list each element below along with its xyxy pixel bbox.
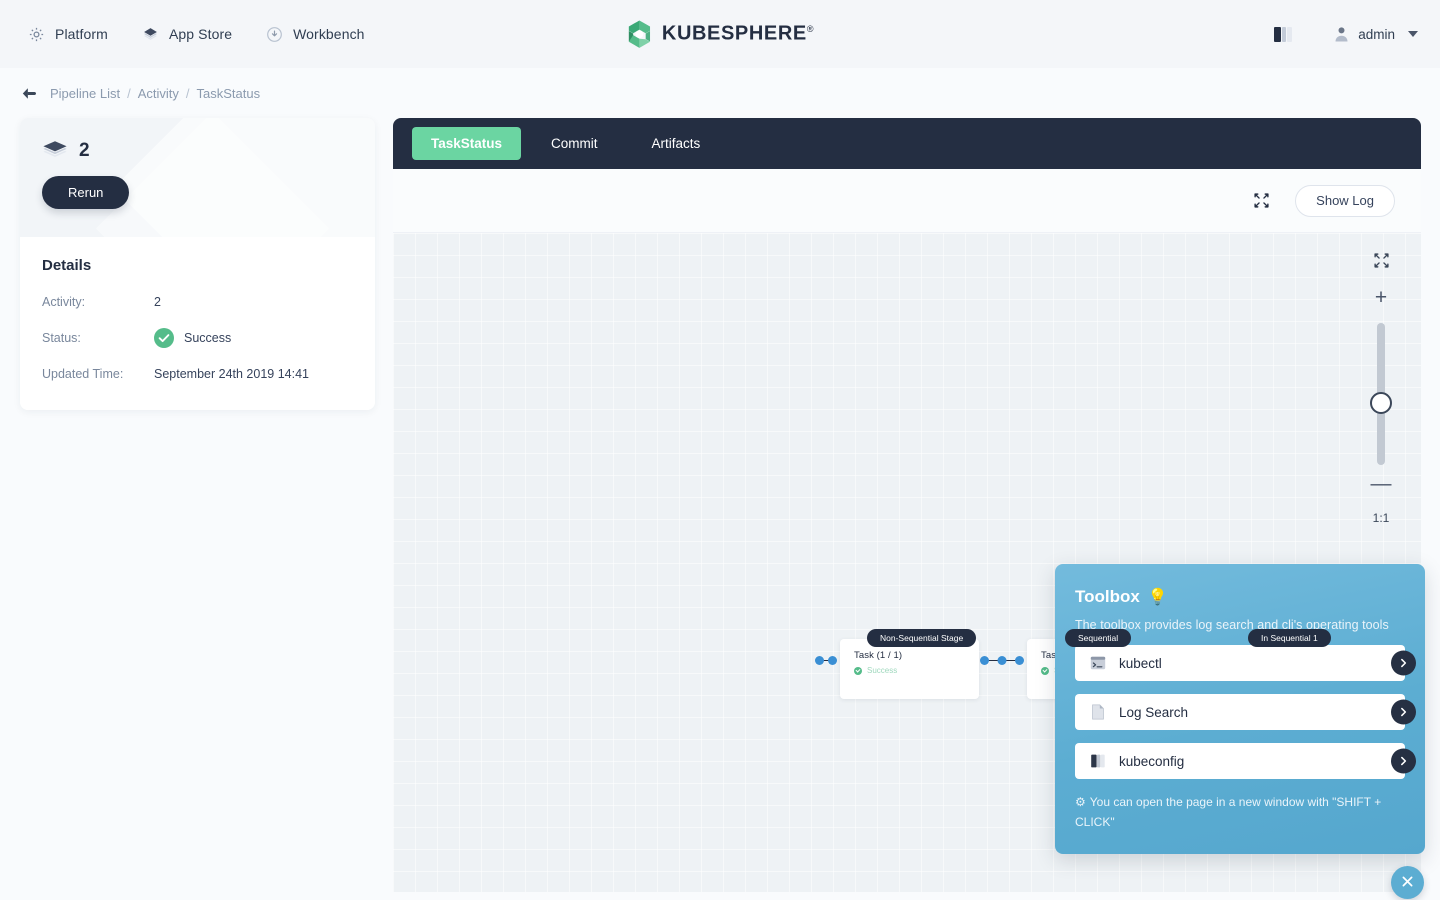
success-check-icon bbox=[154, 328, 174, 348]
brand-name: KUBESPHERE® bbox=[662, 23, 814, 46]
toolbox-close-button[interactable] bbox=[1391, 866, 1424, 899]
activity-detail-card: 2 Rerun Details Activity: 2 Status: Succ… bbox=[20, 118, 375, 410]
detail-value-status: Success bbox=[184, 331, 231, 345]
node-task-count: Task (1 / 1) bbox=[854, 650, 979, 661]
zoom-slider-thumb[interactable] bbox=[1370, 392, 1392, 414]
detail-label-updated-time: Updated Time: bbox=[42, 367, 154, 381]
stage-node-non-sequential-stage[interactable]: Task (1 / 1) Success bbox=[840, 639, 979, 699]
nav-item-app-store[interactable]: App Store bbox=[142, 26, 232, 43]
chevron-right-icon[interactable] bbox=[1391, 700, 1416, 725]
details-heading: Details bbox=[42, 257, 353, 274]
success-check-icon bbox=[854, 667, 862, 675]
tab-artifacts[interactable]: Artifacts bbox=[628, 127, 725, 160]
chevron-down-icon bbox=[1408, 31, 1418, 37]
detail-value-activity: 2 bbox=[154, 295, 161, 309]
toolbox-item-label: Log Search bbox=[1119, 705, 1188, 720]
toolbox-item-kubeconfig[interactable]: kubeconfig bbox=[1075, 743, 1405, 779]
success-check-icon bbox=[1041, 667, 1049, 675]
gear-icon bbox=[28, 26, 45, 43]
zoom-ratio-label[interactable]: 1:1 bbox=[1373, 511, 1390, 525]
graph-zoom-controls: + — 1:1 bbox=[1363, 253, 1399, 525]
connector-dot bbox=[998, 656, 1007, 665]
zoom-in-button[interactable]: + bbox=[1375, 287, 1387, 308]
close-icon bbox=[1400, 874, 1415, 892]
book-icon bbox=[1090, 753, 1106, 769]
breadcrumb-item-taskstatus[interactable]: TaskStatus bbox=[197, 86, 261, 101]
node-status-label: Success bbox=[867, 666, 897, 675]
lightbulb-icon: 💡 bbox=[1148, 587, 1168, 607]
layers-icon bbox=[42, 140, 68, 162]
detail-value-status-wrap: Success bbox=[154, 328, 231, 348]
terminal-icon bbox=[1090, 655, 1106, 671]
connector-dot bbox=[1015, 656, 1024, 665]
tab-commit[interactable]: Commit bbox=[527, 127, 622, 160]
detail-card-title: 2 bbox=[42, 140, 351, 162]
stage-label-non-sequential-stage: Non-Sequential Stage bbox=[867, 629, 976, 647]
breadcrumb-separator: / bbox=[127, 86, 131, 101]
zoom-out-button[interactable]: — bbox=[1371, 473, 1392, 494]
nav-label-app-store: App Store bbox=[169, 26, 232, 42]
nav-item-workbench[interactable]: Workbench bbox=[266, 26, 364, 43]
panel-toolbar: Show Log bbox=[393, 169, 1421, 233]
stage-label-in-sequential-1: In Sequential 1 bbox=[1248, 629, 1331, 647]
user-name-label: admin bbox=[1358, 27, 1395, 42]
brand-word: KUBESPHERE bbox=[662, 23, 807, 45]
show-log-button[interactable]: Show Log bbox=[1295, 185, 1395, 217]
docs-icon[interactable] bbox=[1274, 27, 1292, 42]
chevron-right-icon[interactable] bbox=[1391, 749, 1416, 774]
detail-card-header: 2 Rerun bbox=[20, 118, 375, 237]
tab-taskstatus[interactable]: TaskStatus bbox=[412, 127, 521, 160]
breadcrumb: Pipeline List / Activity / TaskStatus bbox=[0, 68, 1440, 118]
toolbox-item-kubectl[interactable]: kubectl bbox=[1075, 645, 1405, 681]
toolbox-item-label: kubectl bbox=[1119, 656, 1162, 671]
stage-label-sequential: Sequential bbox=[1065, 629, 1131, 647]
kubesphere-logo: KUBESPHERE® bbox=[626, 20, 814, 49]
connector-dot bbox=[980, 656, 989, 665]
connector-dot bbox=[828, 656, 837, 665]
detail-label-activity: Activity: bbox=[42, 295, 154, 309]
top-navigation-bar: Platform App Store Workbench bbox=[0, 0, 1440, 68]
top-nav-right: admin bbox=[1274, 26, 1418, 42]
node-status: Success bbox=[854, 666, 979, 675]
nav-item-platform[interactable]: Platform bbox=[28, 26, 108, 43]
kubesphere-mark-icon bbox=[626, 20, 653, 49]
back-arrow-icon[interactable] bbox=[22, 87, 37, 100]
user-avatar-icon bbox=[1334, 26, 1349, 42]
brand-registered-mark: ® bbox=[807, 24, 814, 34]
chevron-right-icon[interactable] bbox=[1391, 651, 1416, 676]
toolbox-title: Toolbox bbox=[1075, 587, 1140, 607]
toolbox-note-text: You can open the page in a new window wi… bbox=[1075, 795, 1381, 829]
detail-value-updated-time: September 24th 2019 14:41 bbox=[154, 367, 309, 381]
breadcrumb-separator: / bbox=[186, 86, 190, 101]
toolbox-note: ⚙You can open the page in a new window w… bbox=[1075, 793, 1405, 833]
detail-label-status: Status: bbox=[42, 331, 154, 345]
toolbox-item-log-search[interactable]: Log Search bbox=[1075, 694, 1405, 730]
breadcrumb-item-activity[interactable]: Activity bbox=[138, 86, 179, 101]
connector-stage1-stage2 bbox=[980, 656, 1024, 665]
detail-row-updated-time: Updated Time: September 24th 2019 14:41 bbox=[42, 364, 353, 384]
toolbox-item-label: kubeconfig bbox=[1119, 754, 1184, 769]
activity-number: 2 bbox=[79, 140, 90, 162]
detail-card-body: Details Activity: 2 Status: Success Upda… bbox=[20, 237, 375, 410]
connector-dot bbox=[815, 656, 824, 665]
gear-note-icon: ⚙ bbox=[1075, 795, 1086, 809]
panel-tab-bar: TaskStatus Commit Artifacts bbox=[393, 118, 1421, 169]
fit-screen-icon[interactable] bbox=[1374, 253, 1389, 268]
connector-start bbox=[815, 656, 837, 665]
document-icon bbox=[1090, 704, 1106, 720]
zoom-slider-track[interactable] bbox=[1377, 323, 1385, 465]
user-menu[interactable]: admin bbox=[1334, 26, 1418, 42]
toolbox-panel: Toolbox 💡 The toolbox provides log searc… bbox=[1055, 564, 1425, 854]
detail-row-status: Status: Success bbox=[42, 328, 353, 348]
top-nav-items: Platform App Store Workbench bbox=[28, 26, 365, 43]
nav-label-workbench: Workbench bbox=[293, 26, 364, 42]
toolbox-title-row: Toolbox 💡 bbox=[1075, 587, 1405, 607]
nav-label-platform: Platform bbox=[55, 26, 108, 42]
appstore-icon bbox=[142, 26, 159, 43]
rerun-button[interactable]: Rerun bbox=[42, 176, 129, 209]
expand-fullscreen-icon[interactable] bbox=[1254, 193, 1269, 208]
workbench-icon bbox=[266, 26, 283, 43]
breadcrumb-item-pipeline-list[interactable]: Pipeline List bbox=[50, 86, 120, 101]
detail-row-activity: Activity: 2 bbox=[42, 292, 353, 312]
